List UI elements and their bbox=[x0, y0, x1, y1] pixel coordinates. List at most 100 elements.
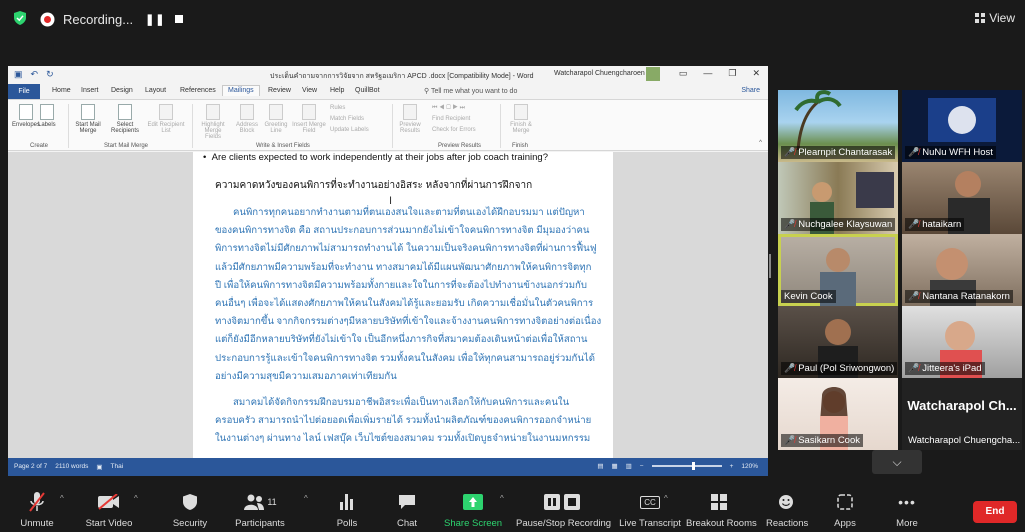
status-right: ▤ ▦ ▥ − + 120% bbox=[597, 462, 758, 470]
video-tile[interactable]: 🎤̸ NuNu WFH Host bbox=[902, 90, 1022, 162]
tab-help[interactable]: Help bbox=[330, 87, 344, 94]
redo-icon[interactable]: ↻ bbox=[46, 69, 54, 80]
video-tile-no-video[interactable]: Watcharapol Ch... Watcharapol Chuengcha.… bbox=[902, 378, 1022, 450]
gallery-next-page-button[interactable]: ⌵ bbox=[872, 450, 922, 474]
video-options-chevron-icon[interactable]: ^ bbox=[134, 494, 138, 503]
zoom-out-icon[interactable]: − bbox=[640, 463, 644, 470]
read-mode-icon[interactable]: ▤ bbox=[597, 462, 603, 470]
reactions-button[interactable]: Reactions bbox=[766, 482, 808, 532]
transcript-chevron-icon[interactable]: ^ bbox=[664, 494, 668, 503]
web-layout-icon[interactable]: ▥ bbox=[626, 462, 632, 470]
participants-chevron-icon[interactable]: ^ bbox=[304, 494, 308, 503]
tab-design[interactable]: Design bbox=[111, 87, 133, 94]
select-recipients-label: Select Recipients bbox=[110, 122, 139, 134]
security-shield-icon[interactable] bbox=[14, 11, 26, 25]
page-count[interactable]: Page 2 of 7 bbox=[14, 463, 47, 471]
pause-stop-recording-button[interactable]: Pause/Stop Recording bbox=[516, 482, 611, 532]
zoom-meeting-window: Recording... ❚❚ View ▣ ↶ ↻ ประเด็นคำถามจ… bbox=[0, 0, 1025, 532]
edit-recipient-list-button[interactable]: Edit Recipient List bbox=[146, 104, 186, 134]
panel-resize-handle[interactable] bbox=[769, 254, 771, 278]
collapse-ribbon-icon[interactable]: ^ bbox=[759, 140, 762, 146]
close-icon[interactable]: ✕ bbox=[752, 68, 760, 79]
video-tile[interactable]: 🎤̸ Paul (Pol Sriwongwon) bbox=[778, 306, 898, 378]
share-screen-button[interactable]: Share Screen bbox=[444, 482, 502, 532]
print-layout-icon[interactable]: ▦ bbox=[611, 462, 617, 470]
tell-me-search[interactable]: ⚲ Tell me what you want to do bbox=[424, 87, 517, 95]
unmute-button[interactable]: Unmute bbox=[14, 482, 60, 532]
proofing-icon[interactable]: ▣ bbox=[96, 463, 102, 471]
word-user-avatar[interactable] bbox=[646, 67, 660, 81]
participants-button[interactable]: 11 Participants bbox=[228, 482, 292, 532]
tab-insert[interactable]: Insert bbox=[81, 87, 99, 94]
participant-name-tag: Kevin Cook bbox=[781, 290, 836, 303]
chat-button[interactable]: Chat bbox=[390, 482, 424, 532]
save-icon[interactable]: ▣ bbox=[14, 69, 23, 80]
finish-merge-button[interactable]: Finish & Merge bbox=[506, 104, 536, 134]
para-line: ในงานต่างๆ ผ่านทาง ไลน์ เฟสบุ๊ค เว็บไซต์… bbox=[215, 433, 591, 445]
video-tile[interactable]: 🎤̸ Nantana Ratanakorn bbox=[902, 234, 1022, 306]
tab-references[interactable]: References bbox=[180, 87, 216, 94]
shared-word-window[interactable]: ▣ ↶ ↻ ประเด็นคำถามจากการวิจัยจาก สหรัฐอเ… bbox=[8, 66, 768, 476]
address-block-button[interactable]: Address Block bbox=[234, 104, 260, 134]
document-area[interactable]: • Are clients expected to work independe… bbox=[8, 152, 768, 458]
stop-recording-button[interactable] bbox=[174, 15, 183, 23]
polls-icon bbox=[330, 490, 364, 514]
breakout-rooms-label: Breakout Rooms bbox=[686, 518, 757, 529]
rules-button[interactable]: Rules bbox=[330, 105, 345, 111]
video-tile[interactable]: 🎤̸ Nuchgalee Klaysuwan bbox=[778, 162, 898, 234]
find-recipient-button[interactable]: Find Recipient bbox=[432, 116, 470, 122]
language-indicator[interactable]: Thai bbox=[111, 463, 124, 471]
video-tile-active-speaker[interactable]: Kevin Cook bbox=[778, 234, 898, 306]
live-transcript-button[interactable]: CC Live Transcript bbox=[616, 482, 684, 532]
security-button[interactable]: Security bbox=[168, 482, 212, 532]
ribbon-display-icon[interactable]: ▭ bbox=[679, 68, 688, 79]
preview-results-button[interactable]: Preview Results bbox=[396, 104, 424, 134]
zoom-level[interactable]: 120% bbox=[741, 463, 758, 470]
zoom-slider-knob[interactable] bbox=[692, 462, 696, 470]
update-labels-button[interactable]: Update Labels bbox=[330, 127, 369, 133]
insert-merge-field-button[interactable]: Insert Merge Field bbox=[292, 104, 326, 134]
view-button[interactable]: View bbox=[975, 11, 1015, 25]
undo-icon[interactable]: ↶ bbox=[31, 69, 39, 80]
document-page[interactable]: • Are clients expected to work independe… bbox=[193, 152, 613, 458]
rules-label: Rules bbox=[330, 105, 346, 111]
participant-name-tag: 🎤̸ Jitteera's iPad bbox=[905, 362, 985, 375]
pause-recording-button[interactable]: ❚❚ bbox=[145, 13, 165, 26]
tab-home[interactable]: Home bbox=[52, 87, 71, 94]
tab-review[interactable]: Review bbox=[268, 87, 291, 94]
record-navigator[interactable]: ⏮ ◀ ▢ ▶ ⏭ bbox=[432, 105, 465, 112]
group-write-insert-fields: Write & Insert Fields bbox=[256, 143, 310, 149]
start-mail-merge-button[interactable]: Start Mail Merge bbox=[74, 104, 102, 134]
word-count[interactable]: 2110 words bbox=[55, 463, 88, 471]
zoom-in-icon[interactable]: + bbox=[730, 463, 734, 470]
share-options-chevron-icon[interactable]: ^ bbox=[500, 494, 504, 503]
tab-quillbot[interactable]: QuillBot bbox=[355, 87, 380, 94]
labels-button[interactable]: Labels bbox=[38, 104, 56, 128]
highlight-merge-fields-button[interactable]: Highlight Merge Fields bbox=[196, 104, 230, 140]
tab-file[interactable]: File bbox=[8, 84, 40, 99]
end-meeting-button[interactable]: End bbox=[973, 501, 1017, 523]
match-fields-button[interactable]: Match Fields bbox=[330, 116, 364, 122]
more-button[interactable]: ••• More bbox=[890, 482, 924, 532]
minimize-icon[interactable]: — bbox=[703, 68, 712, 79]
share-button[interactable]: Share bbox=[741, 87, 760, 94]
polls-button[interactable]: Polls bbox=[330, 482, 364, 532]
video-tile[interactable]: 🎤̸ Jitteera's iPad bbox=[902, 306, 1022, 378]
select-recipients-button[interactable]: Select Recipients bbox=[108, 104, 142, 134]
apps-button[interactable]: Apps bbox=[828, 482, 862, 532]
zoom-slider[interactable] bbox=[651, 462, 722, 470]
video-tile[interactable]: 🎤̸ hataikarn bbox=[902, 162, 1022, 234]
audio-options-chevron-icon[interactable]: ^ bbox=[60, 494, 64, 503]
tab-layout[interactable]: Layout bbox=[145, 87, 166, 94]
greeting-line-button[interactable]: Greeting Line bbox=[263, 104, 289, 134]
restore-icon[interactable]: ❐ bbox=[728, 68, 736, 79]
start-video-button[interactable]: Start Video bbox=[84, 482, 134, 532]
video-tile[interactable]: 🎤̸ Sasikarn Cook bbox=[778, 378, 898, 450]
check-for-errors-button[interactable]: Check for Errors bbox=[432, 127, 476, 133]
envelopes-button[interactable]: Envelopes bbox=[12, 104, 40, 128]
tab-view[interactable]: View bbox=[302, 87, 317, 94]
video-tile[interactable]: 🎤̸ Plearnpit Chantarasak bbox=[778, 90, 898, 162]
cc-badge: CC bbox=[640, 495, 660, 509]
tab-mailings[interactable]: Mailings bbox=[222, 85, 260, 96]
breakout-rooms-button[interactable]: Breakout Rooms bbox=[686, 482, 757, 532]
